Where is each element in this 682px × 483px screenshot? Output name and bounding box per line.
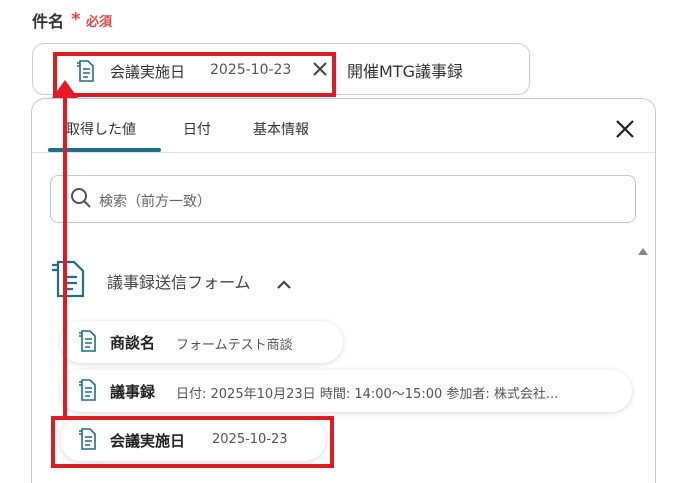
item-value: フォームテスト商談 — [176, 338, 293, 353]
chevron-up-icon[interactable] — [276, 275, 292, 294]
document-icon — [78, 379, 96, 405]
field-label: 件名 — [32, 12, 65, 31]
close-icon[interactable] — [614, 118, 636, 140]
form-icon — [50, 260, 86, 302]
required-asterisk: * — [71, 9, 81, 30]
document-icon — [78, 330, 96, 356]
tab-basic-info[interactable]: 基本情報 — [253, 119, 309, 139]
list-item[interactable]: 議事録 日付: 2025年10月23日 時間: 14:00〜15:00 参加者:… — [60, 370, 632, 412]
search-icon — [70, 187, 92, 213]
tab-divider — [32, 152, 655, 153]
item-label: 商談名 — [110, 334, 156, 352]
required-badge: 必須 — [86, 15, 113, 30]
input-trailing-text: 開催MTG議事録 — [347, 62, 463, 81]
list-item[interactable]: 商談名 フォームテスト商談 — [60, 321, 343, 363]
active-tab-indicator — [48, 148, 161, 152]
highlight-box-item — [51, 416, 334, 468]
highlight-box-chip — [53, 52, 336, 97]
tab-retrieved-values[interactable]: 取得した値 — [66, 119, 136, 139]
item-value: 日付: 2025年10月23日 時間: 14:00〜15:00 参加者: 株式会… — [176, 387, 559, 402]
item-label: 議事録 — [110, 383, 156, 401]
scroll-up-icon[interactable] — [638, 248, 648, 255]
tab-date[interactable]: 日付 — [183, 119, 211, 139]
group-title: 議事録送信フォーム — [107, 273, 251, 292]
search-placeholder: 検索（前方一致） — [99, 194, 211, 210]
